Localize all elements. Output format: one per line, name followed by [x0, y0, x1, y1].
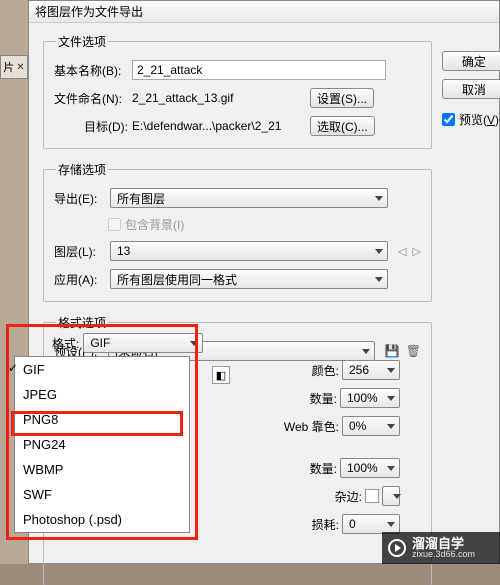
loss-label: 损耗:	[312, 516, 339, 533]
file-options-legend: 文件选项	[56, 33, 108, 50]
file-naming-label: 文件命名(N):	[54, 90, 128, 107]
qty-select[interactable]: 100%	[340, 388, 400, 408]
format-options-legend: 格式选项	[56, 314, 108, 331]
format-option-wbmp[interactable]: WBMP	[15, 457, 189, 482]
titlebar: 将图层作为文件导出	[29, 1, 499, 23]
apply-select[interactable]: 所有图层使用同一格式	[110, 269, 388, 289]
websnap-select[interactable]: 0%	[342, 416, 400, 436]
colors-label: 颜色:	[312, 362, 339, 379]
format-option-jpeg[interactable]: JPEG	[15, 382, 189, 407]
save-options-group: 存储选项 导出(E): 所有图层 包含背景(I) 图层(L):	[43, 161, 432, 302]
window-title: 将图层作为文件导出	[35, 3, 143, 20]
base-name-label: 基本名称(B):	[54, 62, 128, 79]
prev-icon[interactable]: ◁	[398, 245, 406, 258]
format-option-psd[interactable]: Photoshop (.psd)	[15, 507, 189, 532]
target-label: 目标(D):	[54, 118, 128, 135]
side-tab[interactable]: 片 ✕	[0, 55, 28, 79]
preview-checkbox[interactable]: 预览(V)	[442, 111, 500, 128]
qty2-label: 数量:	[310, 460, 337, 477]
format-option-swf[interactable]: SWF	[15, 482, 189, 507]
chevron-down-icon	[362, 349, 370, 354]
misc-select[interactable]	[382, 486, 400, 506]
ok-button[interactable]: 确定	[442, 51, 500, 71]
chevron-down-icon	[190, 341, 198, 346]
check-icon: ✓	[8, 361, 18, 375]
layer-label: 图层(L):	[54, 243, 106, 260]
layer-select[interactable]: 13	[110, 241, 388, 261]
save-options-legend: 存储选项	[56, 161, 108, 178]
watermark: 溜溜自学 zixue.3d66.com	[382, 532, 500, 564]
format-label: 格式:	[52, 335, 79, 352]
file-naming-value: 2_21_attack_13.gif	[132, 91, 306, 105]
format-option-png8[interactable]: PNG8	[15, 407, 189, 432]
colors-select[interactable]: 256	[342, 360, 400, 380]
chevron-down-icon	[375, 249, 383, 254]
format-option-gif[interactable]: GIF	[15, 357, 189, 382]
apply-label: 应用(A):	[54, 271, 106, 288]
misc-label: 杂边:	[335, 488, 362, 505]
qty-label: 数量:	[310, 390, 337, 407]
target-value: E:\defendwar...\packer\2_21	[132, 119, 306, 133]
side-tab-label: 片	[3, 59, 14, 75]
format-dropdown[interactable]: GIF JPEG PNG8 PNG24 WBMP SWF Photoshop (…	[14, 356, 190, 533]
palette-icon[interactable]: ◧	[212, 366, 230, 384]
chevron-down-icon	[375, 277, 383, 282]
play-icon	[388, 539, 406, 557]
close-icon[interactable]: ✕	[16, 62, 24, 73]
export-select[interactable]: 所有图层	[110, 188, 388, 208]
cancel-button[interactable]: 取消	[442, 79, 500, 99]
format-option-png24[interactable]: PNG24	[15, 432, 189, 457]
qty2-select[interactable]: 100%	[340, 458, 400, 478]
export-label: 导出(E):	[54, 190, 106, 207]
file-options-group: 文件选项 基本名称(B): 文件命名(N): 2_21_attack_13.gi…	[43, 33, 432, 149]
delete-preset-icon[interactable]: 🗑	[406, 344, 421, 358]
save-preset-icon[interactable]: 💾	[385, 344, 400, 358]
include-bg-checkbox: 包含背景(I)	[108, 216, 184, 233]
websnap-label: Web 靠色:	[284, 418, 339, 435]
chevron-down-icon	[375, 196, 383, 201]
base-name-input[interactable]	[132, 60, 386, 80]
misc-swatch[interactable]	[365, 489, 379, 503]
settings-button[interactable]: 设置(S)...	[310, 88, 374, 108]
format-select[interactable]: GIF	[83, 333, 203, 353]
next-icon[interactable]: ▷	[412, 245, 420, 258]
choose-button[interactable]: 选取(C)...	[310, 116, 375, 136]
loss-select[interactable]: 0	[342, 514, 400, 534]
